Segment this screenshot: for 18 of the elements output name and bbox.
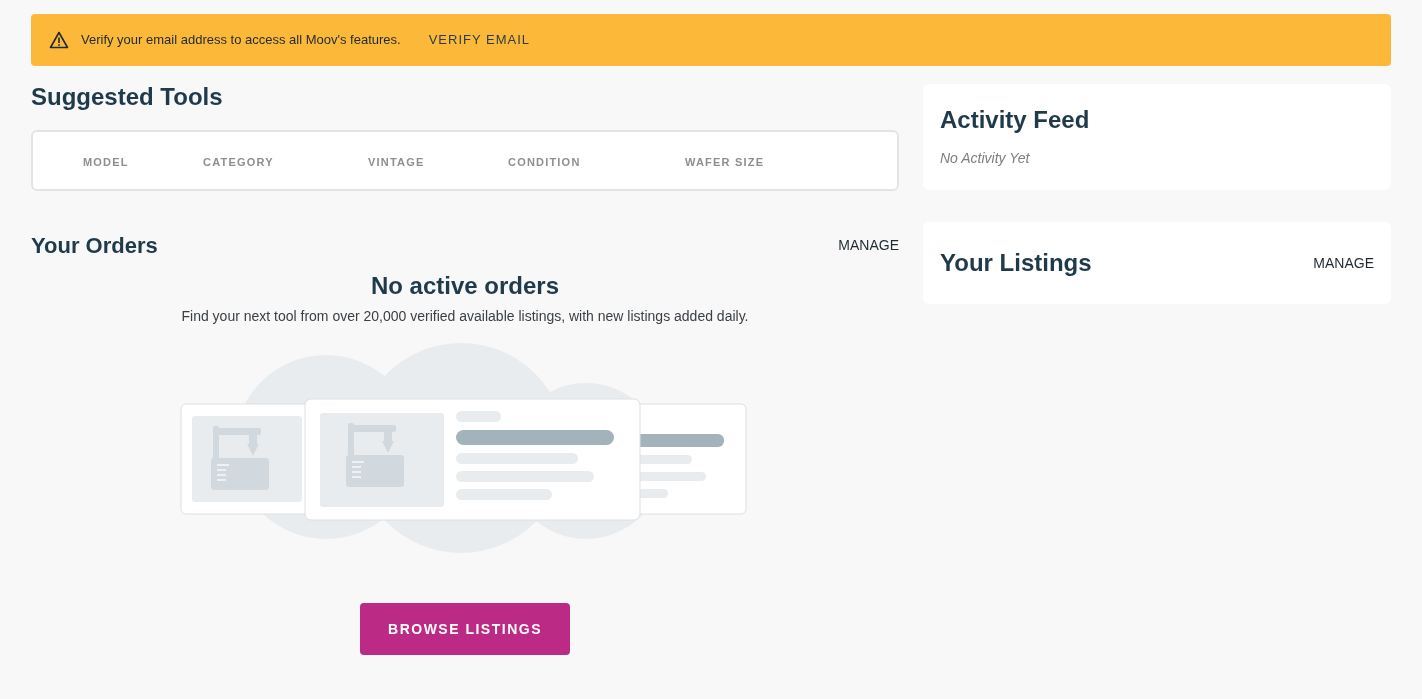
column-header: CATEGORY bbox=[203, 155, 274, 168]
manage-link[interactable]: MANAGE bbox=[1313, 252, 1374, 274]
column-header: WAFER SIZE bbox=[685, 155, 765, 168]
banner-message: Verify your email address to access all Moov's features. bbox=[81, 31, 401, 50]
section-title: Your Orders bbox=[31, 232, 158, 260]
warning-icon bbox=[49, 31, 69, 49]
manage-link[interactable]: MANAGE bbox=[838, 235, 899, 256]
column-header: CONDITION bbox=[508, 155, 581, 168]
browse-listings-button[interactable]: BROWSE LISTINGS bbox=[360, 603, 570, 655]
card-title: Your Listings bbox=[940, 248, 1092, 278]
column-header: VINTAGE bbox=[368, 155, 425, 168]
empty-state-text: Find your next tool from over 20,000 verified available listings, with new listings added daily. bbox=[181, 307, 749, 326]
verify-email-link[interactable]: VERIFY EMAIL bbox=[428, 30, 531, 50]
empty-state-title: No active orders bbox=[370, 271, 560, 301]
empty-activity-text: No Activity Yet bbox=[940, 149, 1031, 168]
card-title: Activity Feed bbox=[940, 105, 1091, 135]
section-title: Suggested Tools bbox=[31, 82, 224, 112]
column-header: MODEL bbox=[83, 155, 129, 168]
